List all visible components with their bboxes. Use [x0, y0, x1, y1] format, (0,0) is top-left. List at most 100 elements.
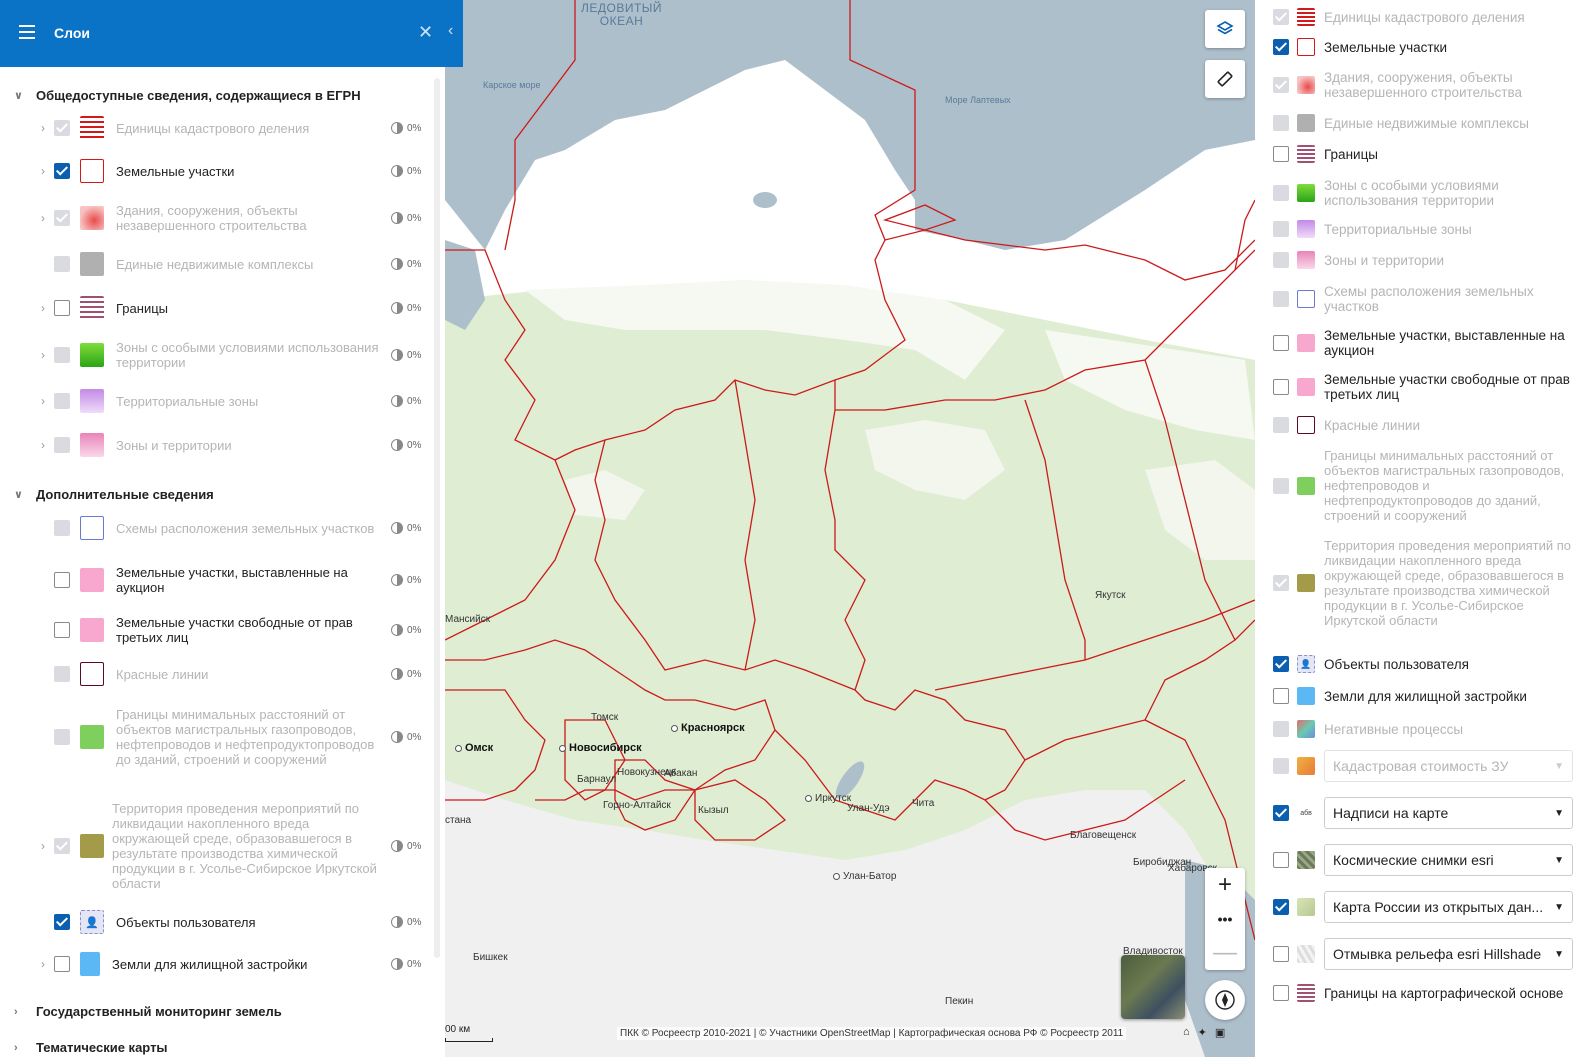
layer-row[interactable]: Земельные участки свободные от прав трет…	[1273, 372, 1573, 402]
layer-checkbox[interactable]	[1273, 77, 1289, 93]
compass-button[interactable]	[1205, 980, 1245, 1020]
layer-checkbox[interactable]	[54, 622, 70, 638]
layer-checkbox[interactable]	[1273, 688, 1289, 704]
section-monitoring[interactable]: › Государственный мониторинг земель	[14, 1004, 282, 1019]
opacity-control[interactable]: 0%	[391, 668, 431, 680]
opacity-control[interactable]: 0%	[391, 840, 431, 852]
locate-icon[interactable]: ✦	[1198, 1026, 1207, 1039]
layer-row[interactable]: Красные линии	[1273, 416, 1573, 434]
chevron-right-icon[interactable]: ›	[36, 121, 50, 135]
layer-checkbox[interactable]	[1273, 221, 1289, 237]
basemap-row[interactable]: Отмывка рельефа esri Hillshade ▼	[1273, 938, 1573, 970]
opacity-control[interactable]: 0%	[391, 395, 431, 407]
layer-checkbox[interactable]	[54, 393, 70, 409]
russia-map-select[interactable]: Карта России из открытых дан... ▼	[1324, 891, 1573, 923]
scrollbar[interactable]	[434, 78, 440, 958]
more-button[interactable]: •••	[1205, 902, 1245, 936]
layer-checkbox[interactable]	[54, 210, 70, 226]
opacity-control[interactable]: 0%	[391, 302, 431, 314]
basemap-row[interactable]: Космические снимки esri ▼	[1273, 844, 1573, 876]
layer-row[interactable]: › Территориальные зоны 0%	[36, 389, 431, 413]
basemap-row[interactable]: Кадастровая стоимость ЗУ ▼	[1273, 750, 1573, 782]
layer-checkbox[interactable]	[1273, 39, 1289, 55]
cadastral-cost-select[interactable]: Кадастровая стоимость ЗУ ▼	[1324, 750, 1573, 782]
section-thematic[interactable]: › Тематические карты	[14, 1040, 168, 1055]
chevron-right-icon[interactable]: ›	[36, 957, 50, 971]
layer-row[interactable]: Зоны с особыми условиями использования т…	[1273, 178, 1573, 208]
layer-row[interactable]: › Здания, сооружения, объекты незавершенн…	[36, 203, 431, 233]
layer-checkbox[interactable]	[1273, 946, 1289, 962]
basemap-row[interactable]: абв Надписи на карте ▼	[1273, 797, 1573, 829]
chevron-left-icon[interactable]: ‹	[448, 22, 453, 40]
layer-checkbox[interactable]	[54, 163, 70, 179]
chevron-right-icon[interactable]: ›	[36, 348, 50, 362]
layer-row[interactable]: Границы минимальных расстояний от объект…	[1273, 448, 1573, 523]
layer-row[interactable]: Единые недвижимые комплексы	[1273, 114, 1573, 132]
layer-checkbox[interactable]	[1273, 899, 1289, 915]
zoom-out-button[interactable]: —	[1205, 936, 1245, 970]
layer-checkbox[interactable]	[1273, 379, 1289, 395]
section-additional[interactable]: ∨ Дополнительные сведения	[14, 487, 214, 502]
close-icon[interactable]: ✕	[418, 22, 433, 43]
opacity-control[interactable]: 0%	[391, 122, 431, 134]
opacity-control[interactable]: 0%	[391, 258, 431, 270]
layer-checkbox[interactable]	[54, 256, 70, 272]
home-icon[interactable]: ⌂	[1183, 1026, 1190, 1039]
chevron-right-icon[interactable]: ›	[36, 301, 50, 315]
layer-row[interactable]: Единицы кадастрового деления	[1273, 8, 1573, 26]
layer-row[interactable]: Зоны и территории	[1273, 251, 1573, 269]
layer-checkbox[interactable]	[54, 300, 70, 316]
layer-row[interactable]: Земли для жилищной застройки	[1273, 687, 1573, 705]
satellite-select[interactable]: Космические снимки esri ▼	[1324, 844, 1573, 876]
layer-checkbox[interactable]	[54, 838, 70, 854]
menu-icon[interactable]	[19, 25, 35, 39]
layer-row[interactable]: Территориальные зоны	[1273, 220, 1573, 238]
layer-row[interactable]: › Земельные участки 0%	[36, 159, 431, 183]
layer-checkbox[interactable]	[1273, 758, 1289, 774]
layer-checkbox[interactable]	[1273, 852, 1289, 868]
layer-row[interactable]: Территория проведения мероприятий по лик…	[1273, 538, 1573, 628]
chevron-right-icon[interactable]: ›	[36, 438, 50, 452]
opacity-control[interactable]: 0%	[391, 439, 431, 451]
chevron-right-icon[interactable]: ›	[36, 164, 50, 178]
layer-row[interactable]: Негативные процессы	[1273, 720, 1573, 738]
layer-row[interactable]: Здания, сооружения, объекты незавершенно…	[1273, 70, 1573, 100]
layer-checkbox[interactable]	[54, 437, 70, 453]
layer-checkbox[interactable]	[1273, 185, 1289, 201]
layer-row[interactable]: › Зоны с особыми условиями использования …	[36, 340, 431, 370]
layers-button[interactable]	[1205, 10, 1245, 48]
layer-checkbox[interactable]	[54, 666, 70, 682]
screen-icon[interactable]: ▣	[1215, 1026, 1225, 1039]
opacity-control[interactable]: 0%	[391, 522, 431, 534]
opacity-control[interactable]: 0%	[391, 916, 431, 928]
layer-row[interactable]: Земельные участки, выставленные на аукци…	[36, 565, 431, 595]
chevron-right-icon[interactable]: ›	[36, 211, 50, 225]
layer-checkbox[interactable]	[1273, 417, 1289, 433]
layer-checkbox[interactable]	[1273, 115, 1289, 131]
layer-checkbox[interactable]	[1273, 146, 1289, 162]
layer-row[interactable]: Границы	[1273, 145, 1573, 163]
layer-checkbox[interactable]	[1273, 9, 1289, 25]
labels-select[interactable]: Надписи на карте ▼	[1324, 797, 1573, 829]
opacity-control[interactable]: 0%	[391, 731, 431, 743]
opacity-control[interactable]: 0%	[391, 212, 431, 224]
opacity-control[interactable]: 0%	[391, 574, 431, 586]
layer-checkbox[interactable]	[1273, 252, 1289, 268]
opacity-control[interactable]: 0%	[391, 958, 431, 970]
layer-row[interactable]: › Зоны и территории 0%	[36, 433, 431, 457]
map-canvas[interactable]: ЛЕДОВИТЫЙ ОКЕАН Карское море Море Лаптев…	[445, 0, 1255, 1057]
layer-row[interactable]: Схемы расположения земельных участков	[1273, 284, 1573, 314]
ruler-button[interactable]	[1205, 60, 1245, 98]
layer-row[interactable]: › Территория проведения мероприятий по ли…	[36, 801, 431, 891]
minimap-thumbnail[interactable]	[1121, 955, 1185, 1019]
opacity-control[interactable]: 0%	[391, 349, 431, 361]
layer-checkbox[interactable]	[54, 956, 70, 972]
layer-row[interactable]: Единые недвижимые комплексы 0%	[36, 252, 431, 276]
layer-checkbox[interactable]	[1273, 477, 1289, 494]
layer-checkbox[interactable]	[54, 347, 70, 363]
layer-row[interactable]: Красные линии 0%	[36, 662, 431, 686]
opacity-control[interactable]: 0%	[391, 624, 431, 636]
layer-checkbox[interactable]	[1273, 721, 1289, 737]
chevron-right-icon[interactable]: ›	[36, 394, 50, 408]
basemap-row[interactable]: Карта России из открытых дан... ▼	[1273, 891, 1573, 923]
